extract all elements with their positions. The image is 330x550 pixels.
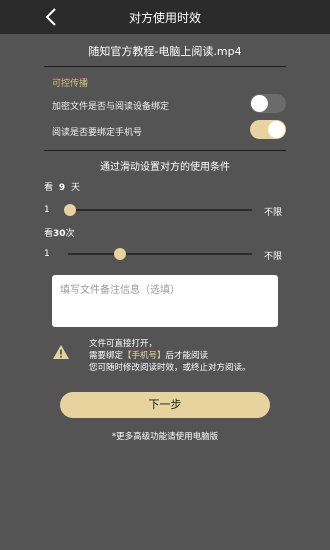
days-slider-track[interactable]: [68, 209, 252, 211]
warning-icon: [53, 345, 69, 359]
phone-highlight: 【手机号】: [123, 351, 166, 361]
times-value: 30: [53, 229, 66, 239]
times-min-label: 1: [44, 249, 50, 259]
divider: [44, 66, 286, 67]
times-prefix: 看: [44, 229, 54, 239]
next-button[interactable]: 下一步: [60, 392, 270, 418]
times-label: 看30次: [44, 226, 75, 239]
bind-phone-toggle[interactable]: [250, 120, 286, 139]
warning-line-1: 文件可直接打开，: [89, 339, 158, 349]
toggle-knob: [268, 121, 285, 138]
bind-device-toggle[interactable]: [250, 94, 286, 113]
warning-line-2: 需要绑定【手机号】后才能阅读: [89, 350, 251, 362]
nav-bar: 对方使用时效: [0, 0, 330, 34]
note-input[interactable]: 填写文件备注信息（选填）: [52, 275, 278, 327]
times-slider-thumb[interactable]: [114, 248, 126, 260]
days-prefix: 看: [44, 183, 54, 193]
section-label: 可控传播: [52, 79, 89, 89]
file-name: 随知官方教程-电脑上阅读.mp4: [88, 45, 242, 58]
days-label: 看 9 天: [44, 180, 80, 193]
times-suffix: 次: [65, 229, 75, 239]
days-value: 9: [58, 183, 66, 193]
page-title: 对方使用时效: [128, 11, 201, 25]
warning-line-2-prefix: 需要绑定: [89, 351, 124, 361]
bind-phone-label: 阅读是否要绑定手机号: [52, 128, 143, 138]
warning-line-3: 您可随时修改阅读时效，或终止对方阅读。: [89, 363, 251, 373]
warning-line-2-suffix: 后才能阅读: [165, 351, 209, 361]
bind-device-label: 加密文件是否与阅读设备绑定: [52, 102, 170, 112]
days-min-label: 1: [44, 205, 50, 215]
times-slider-track[interactable]: [68, 253, 252, 255]
times-max-label: 不限: [264, 252, 283, 262]
days-max-label: 不限: [264, 208, 283, 218]
divider: [44, 150, 286, 151]
toggle-knob: [251, 95, 268, 112]
days-suffix: 天: [71, 183, 81, 193]
footer-note: *更多高级功能请使用电脑版: [111, 432, 219, 442]
days-slider-thumb[interactable]: [64, 204, 76, 216]
warning-text: 文件可直接打开， 需要绑定【手机号】后才能阅读 您可随时修改阅读时效，或终止对方…: [89, 338, 251, 374]
conditions-title: 通过滑动设置对方的使用条件: [100, 162, 230, 173]
